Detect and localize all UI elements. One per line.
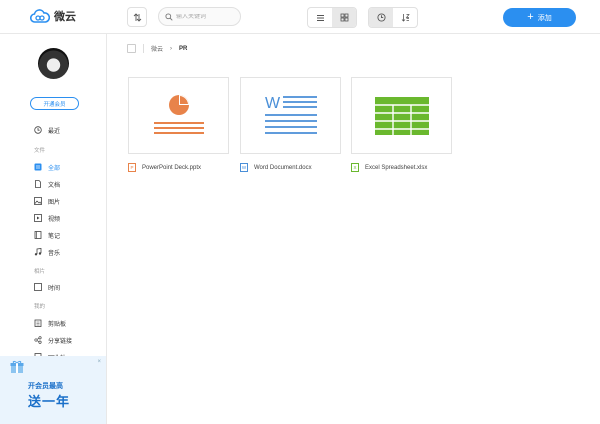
sidebar-item-label: 文档: [48, 182, 61, 189]
sidebar-item-recent[interactable]: 最近: [34, 124, 60, 136]
sidebar-item-label: 剪贴板: [48, 321, 67, 328]
music-icon: [34, 248, 42, 256]
sidebar-item-clipboard[interactable]: 剪贴板: [34, 317, 66, 329]
sidebar-item-label: 笔记: [48, 233, 61, 240]
breadcrumb: 微云 › PR: [127, 44, 187, 53]
sidebar-item-images[interactable]: 图片: [34, 195, 60, 207]
promo-line-1: 开会员最高: [28, 383, 63, 390]
search-icon: [165, 12, 173, 21]
file-thumbnail[interactable]: [351, 77, 452, 154]
powerpoint-thumbnail-icon: [153, 94, 204, 134]
svg-text:W: W: [265, 95, 281, 112]
sidebar: 开通会员 最近 文件 全部 文档 图片 视频 笔记 音乐 相片 时间 我的 剪贴…: [0, 34, 107, 424]
search-input[interactable]: [176, 13, 236, 20]
sidebar-item-label: 音乐: [48, 250, 61, 257]
brand-name: 微云: [54, 11, 76, 23]
sidebar-item-notes[interactable]: 笔记: [34, 229, 60, 241]
document-icon: [34, 180, 42, 188]
share-link-icon: [34, 336, 42, 344]
image-icon: [34, 197, 42, 205]
top-bar: 微云 输入关键词 + 添加: [0, 0, 600, 34]
chevron-right-icon: ›: [170, 45, 173, 52]
avatar[interactable]: [38, 48, 69, 79]
sidebar-item-label: 图片: [48, 199, 61, 206]
grid-view-icon: [340, 13, 348, 22]
section-label-files: 文件: [34, 148, 46, 154]
sidebar-item-share-links[interactable]: 分享链接: [34, 334, 72, 346]
sidebar-item-all[interactable]: 全部: [34, 161, 60, 173]
file-name[interactable]: Excel Spreadsheet.xlsx: [365, 165, 427, 171]
xlsx-file-icon: X: [351, 163, 359, 172]
section-label-photos: 相片: [34, 269, 46, 275]
name-sort-button[interactable]: [393, 8, 417, 27]
breadcrumb-divider: [143, 44, 144, 53]
sort-alpha-icon: [401, 14, 410, 22]
list-view-button[interactable]: [308, 8, 332, 27]
all-files-icon: [34, 163, 42, 171]
pptx-file-icon: P: [128, 163, 136, 172]
excel-thumbnail-icon: [374, 96, 429, 135]
clock-icon: [376, 13, 386, 22]
plus-icon: +: [527, 11, 534, 23]
file-thumbnail[interactable]: [128, 77, 229, 154]
list-view-icon: [316, 14, 324, 21]
search-box[interactable]: [158, 7, 241, 26]
breadcrumb-root[interactable]: 微云: [151, 44, 163, 53]
sidebar-item-label: 时间: [48, 285, 61, 292]
file-name[interactable]: Word Document.docx: [254, 165, 312, 171]
sidebar-item-videos[interactable]: 视频: [34, 212, 60, 224]
app-logo[interactable]: 微云: [30, 8, 76, 24]
video-icon: [34, 214, 42, 222]
docx-file-icon: W: [240, 163, 248, 172]
promo-line-2: 送一年: [28, 394, 71, 409]
sort-icon: [133, 12, 141, 22]
sidebar-item-label: 视频: [48, 216, 61, 223]
sidebar-item-label: 最近: [48, 128, 61, 135]
section-label-mine: 我的: [34, 304, 46, 310]
file-card-pptx[interactable]: P PowerPoint Deck.pptx: [128, 77, 229, 172]
view-toggle: [307, 7, 357, 28]
gift-icon: [10, 360, 24, 373]
timeline-icon: [34, 283, 42, 291]
file-thumbnail[interactable]: W: [240, 77, 341, 154]
sidebar-item-documents[interactable]: 文档: [34, 178, 60, 190]
cloud-logo-icon: [30, 9, 50, 23]
sort-button[interactable]: [127, 7, 147, 27]
select-all-checkbox[interactable]: [127, 44, 136, 53]
file-name[interactable]: PowerPoint Deck.pptx: [142, 165, 201, 171]
sidebar-item-music[interactable]: 音乐: [34, 246, 60, 258]
sidebar-item-time[interactable]: 时间: [34, 281, 60, 293]
clock-icon: [34, 126, 42, 134]
tool-toggle: [368, 7, 418, 28]
breadcrumb-current: PR: [179, 45, 188, 52]
grid-view-button[interactable]: [332, 8, 356, 27]
sidebar-item-label: 分享链接: [48, 338, 73, 345]
add-button-label: 添加: [537, 14, 552, 22]
file-name-row: X Excel Spreadsheet.xlsx: [351, 163, 452, 172]
notes-icon: [34, 231, 42, 239]
file-card-xlsx[interactable]: X Excel Spreadsheet.xlsx: [351, 77, 452, 172]
vip-button[interactable]: 开通会员: [30, 97, 79, 110]
add-button[interactable]: + 添加: [503, 8, 576, 27]
word-thumbnail-icon: W: [264, 95, 317, 134]
vip-promo-banner[interactable]: × 开会员最高 送一年: [0, 356, 106, 424]
sidebar-item-label: 全部: [48, 165, 61, 172]
file-name-row: W Word Document.docx: [240, 163, 341, 172]
file-card-docx[interactable]: W W Word Document.docx: [240, 77, 341, 172]
recent-sort-button[interactable]: [369, 8, 393, 27]
file-name-row: P PowerPoint Deck.pptx: [128, 163, 229, 172]
clipboard-icon: [34, 319, 42, 327]
close-icon[interactable]: ×: [97, 359, 101, 365]
